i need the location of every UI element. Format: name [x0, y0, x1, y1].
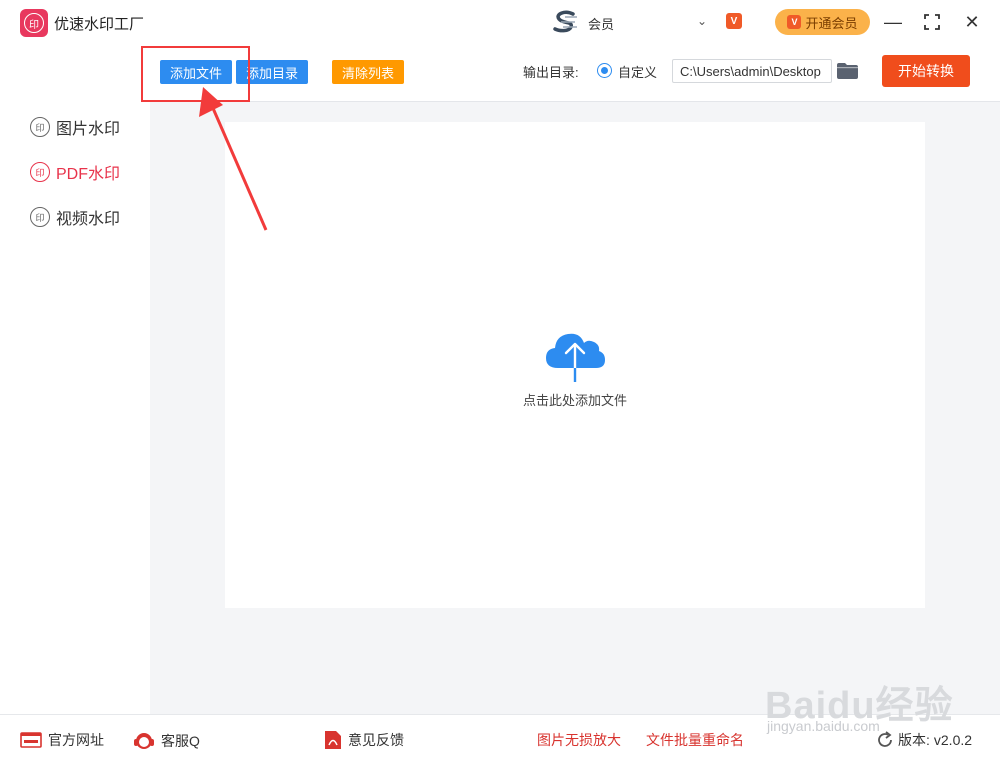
title-bar: 印 优速水印工厂 会员 ⌄ V V 开通会员 — ✕	[0, 0, 1000, 44]
chevron-down-icon[interactable]: ⌄	[697, 14, 707, 28]
sidebar-item-label: 图片水印	[56, 121, 121, 138]
drop-hint: 点击此处添加文件	[522, 393, 627, 408]
vip-icon: V	[787, 15, 802, 29]
clear-list-button[interactable]: 清除列表	[332, 60, 404, 84]
sidebar-item-label: PDF水印	[56, 166, 121, 183]
user-name[interactable]: 会员	[588, 14, 614, 33]
close-button[interactable]: ✕	[960, 10, 984, 34]
sidebar-item-label: 视频水印	[56, 211, 121, 228]
maximize-button[interactable]	[920, 10, 944, 34]
main-area: 点击此处添加文件	[150, 102, 1000, 714]
sidebar-item-image-watermark[interactable]: 印 图片水印	[30, 115, 120, 139]
sidebar: 印 图片水印 印 PDF水印 印 视频水印	[0, 44, 150, 714]
refresh-icon	[878, 731, 892, 747]
folder-icon[interactable]	[837, 63, 858, 79]
maximize-icon	[924, 14, 940, 30]
minimize-button[interactable]: —	[881, 10, 905, 34]
sidebar-item-pdf-watermark[interactable]: 印 PDF水印	[30, 160, 120, 184]
custom-output-label[interactable]: 自定义	[618, 62, 657, 81]
redaction-mask	[200, 727, 292, 749]
cloud-upload-icon	[546, 333, 605, 382]
status-footer: 官方网址 客服QQ 意见反馈 图片无损放大 文件批量重命名 版本: v2.0.2	[0, 714, 1000, 760]
file-drop-zone[interactable]: 点击此处添加文件	[225, 122, 925, 608]
vip-badge-icon: V	[726, 13, 742, 29]
watermark-icon: 印	[30, 162, 50, 182]
website-icon	[20, 732, 42, 748]
headset-icon	[134, 733, 154, 749]
add-file-button[interactable]: 添加文件	[160, 60, 232, 84]
open-vip-label: 开通会员	[805, 15, 858, 31]
watermark-icon: 印	[30, 117, 50, 137]
feedback-link[interactable]: 意见反馈	[324, 730, 404, 750]
output-path-field[interactable]	[672, 59, 832, 83]
user-avatar-icon[interactable]	[551, 10, 579, 34]
watermark-icon: 印	[30, 207, 50, 227]
version-info[interactable]: 版本: v2.0.2	[876, 730, 972, 750]
official-site-link[interactable]: 官方网址	[20, 730, 104, 750]
output-dir-label: 输出目录:	[523, 65, 579, 80]
app-title: 优速水印工厂	[54, 16, 145, 33]
app-logo: 印	[20, 9, 48, 37]
image-enlarge-link[interactable]: 图片无损放大	[537, 730, 621, 750]
toolbar: 添加文件 添加目录 清除列表 输出目录: 自定义 开始转换	[150, 44, 1000, 102]
sidebar-item-video-watermark[interactable]: 印 视频水印	[30, 205, 120, 229]
batch-rename-link[interactable]: 文件批量重命名	[646, 730, 744, 750]
start-convert-button[interactable]: 开始转换	[882, 55, 970, 87]
custom-output-radio[interactable]	[597, 63, 612, 78]
open-vip-button[interactable]: V 开通会员	[775, 9, 870, 35]
add-directory-button[interactable]: 添加目录	[236, 60, 308, 84]
document-icon	[325, 731, 341, 749]
